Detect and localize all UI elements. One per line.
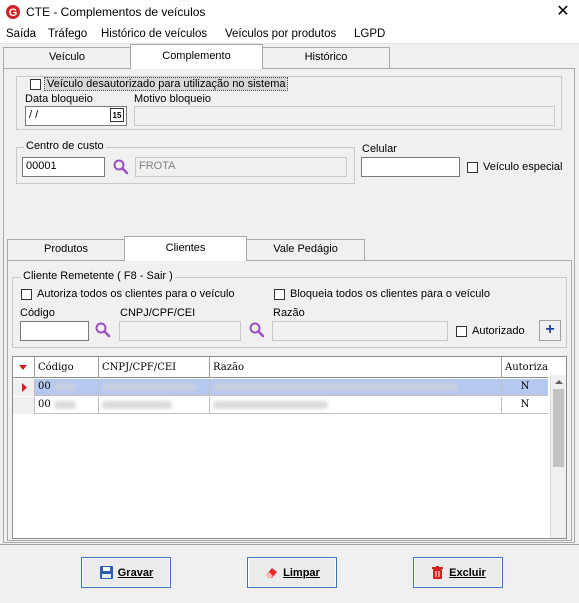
excluir-label: Excluir	[449, 566, 486, 579]
cell-cnpj	[99, 379, 210, 396]
tab-historico[interactable]: Histórico	[262, 47, 390, 68]
cnpj-input[interactable]	[119, 321, 241, 341]
veiculo-especial-checkbox[interactable]	[467, 162, 478, 173]
bloqueia-todos-label: Bloqueia todos os clientes para o veícul…	[290, 288, 490, 300]
cell-codigo-text: 00	[38, 381, 51, 392]
tab-complemento[interactable]: Complemento	[130, 44, 263, 69]
tab-clientes[interactable]: Clientes	[124, 236, 247, 261]
tab-label: Histórico	[304, 51, 348, 63]
cell-razao	[210, 397, 502, 414]
centro-custo-code-input[interactable]: 00001	[22, 157, 105, 177]
window-title: CTE - Complementos de veículos	[26, 5, 206, 19]
grid-header: Código CNPJ/CPF/CEI Razão Autoriza	[13, 357, 548, 378]
col-razao[interactable]: Razão	[210, 357, 502, 378]
tab-label: Veículo	[48, 51, 86, 63]
menu-saida[interactable]: Saída	[6, 28, 36, 40]
close-icon[interactable]: ✕	[552, 2, 574, 22]
data-bloqueio-label: Data bloqueio	[25, 93, 93, 105]
menu-bar: Saída Tráfego Histórico de veículos Veíc…	[0, 26, 579, 44]
codigo-input[interactable]	[20, 321, 89, 341]
tab-label: Produtos	[43, 243, 89, 255]
limpar-button[interactable]: Limpar	[247, 557, 337, 588]
cell-razao	[210, 379, 502, 396]
redacted-text	[102, 400, 172, 409]
redacted-text	[53, 400, 76, 409]
search-icon[interactable]	[94, 321, 112, 339]
sort-indicator-cell[interactable]	[13, 357, 35, 378]
scrollbar-thumb[interactable]	[553, 389, 564, 467]
tab-produtos[interactable]: Produtos	[7, 239, 125, 260]
cliente-remetente-label: Cliente Remetente ( F8 - Sair )	[21, 270, 175, 282]
cell-codigo: 00	[35, 397, 99, 414]
autorizado-checkbox[interactable]	[456, 326, 467, 337]
menu-lgpd[interactable]: LGPD	[354, 28, 385, 40]
celular-label: Celular	[362, 143, 397, 155]
celular-input[interactable]	[361, 157, 460, 177]
calendar-icon[interactable]: 15	[110, 108, 124, 122]
menu-historico-veiculos[interactable]: Histórico de veículos	[101, 28, 207, 40]
motivo-bloqueio-input[interactable]	[134, 106, 555, 126]
limpar-label: Limpar	[283, 566, 320, 579]
centro-custo-name-input[interactable]: FROTA	[135, 157, 347, 177]
tab-label: Clientes	[165, 242, 206, 254]
cell-codigo-text: 00	[38, 399, 51, 410]
autoriza-todos-checkbox[interactable]	[21, 289, 32, 300]
gravar-button[interactable]: Gravar	[81, 557, 171, 588]
tab-label: Complemento	[162, 50, 231, 62]
motivo-bloqueio-label: Motivo bloqueio	[134, 93, 212, 105]
autoriza-todos-label: Autoriza todos os clientes para o veícul…	[37, 288, 235, 300]
trash-icon	[432, 566, 444, 579]
divider	[0, 544, 579, 545]
tab-veiculo[interactable]: Veículo	[3, 47, 131, 68]
tab-vale-pedagio[interactable]: Vale Pedágio	[246, 239, 365, 260]
cell-autoriza: N	[520, 399, 530, 410]
table-row[interactable]: 00 N	[13, 397, 548, 414]
centro-custo-label: Centro de custo	[24, 140, 106, 152]
redacted-text	[213, 400, 328, 409]
redacted-text	[213, 382, 458, 391]
redacted-text	[102, 382, 197, 391]
codigo-label: Código	[20, 307, 55, 319]
search-icon[interactable]	[112, 158, 130, 176]
row-indicator	[13, 397, 35, 414]
menu-veiculos-produtos[interactable]: Veículos por produtos	[225, 28, 336, 40]
current-row-icon	[22, 383, 27, 392]
gravar-label: Gravar	[117, 566, 154, 579]
eraser-icon	[266, 568, 278, 578]
veiculo-desautorizado-label: Veículo desautorizado para utilização no…	[44, 77, 289, 91]
tab-label: Vale Pedágio	[273, 243, 338, 255]
cell-cnpj	[99, 397, 210, 414]
bloqueia-todos-checkbox[interactable]	[274, 289, 285, 300]
svg-text:G: G	[9, 7, 18, 19]
scroll-up-icon[interactable]	[551, 375, 567, 389]
app-logo-icon: G	[6, 5, 20, 19]
col-cnpj[interactable]: CNPJ/CPF/CEI	[99, 357, 210, 378]
veiculo-desautorizado-checkbox[interactable]	[30, 79, 41, 90]
search-icon[interactable]	[248, 321, 266, 339]
save-icon	[99, 566, 113, 579]
autorizado-label: Autorizado	[472, 325, 525, 337]
razao-label: Razão	[273, 307, 305, 319]
table-row[interactable]: 00 N	[13, 379, 548, 396]
col-codigo[interactable]: Código	[35, 357, 99, 378]
row-indicator	[13, 379, 35, 396]
cnpj-label: CNPJ/CPF/CEI	[120, 307, 196, 319]
clientes-grid: Código CNPJ/CPF/CEI Razão Autoriza 00 N …	[12, 356, 567, 539]
grid-vertical-scrollbar[interactable]	[550, 375, 566, 538]
add-cliente-button[interactable]: +	[539, 320, 561, 341]
veiculo-especial-label: Veículo especial	[483, 161, 563, 173]
redacted-text	[53, 382, 76, 391]
sort-down-icon	[19, 365, 27, 370]
menu-trafego[interactable]: Tráfego	[48, 28, 87, 40]
col-autoriza[interactable]: Autoriza	[502, 357, 548, 378]
razao-input[interactable]	[272, 321, 448, 341]
cell-autoriza: N	[520, 381, 530, 392]
excluir-button[interactable]: Excluir	[413, 557, 503, 588]
cell-codigo: 00	[35, 379, 99, 396]
